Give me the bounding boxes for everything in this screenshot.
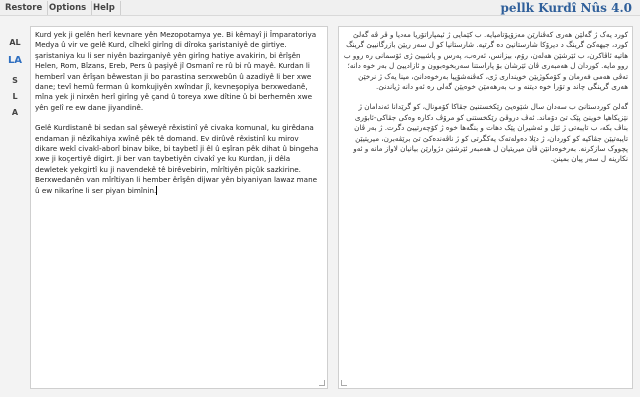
arabic-text-area[interactable]: کورد یەک ژ گەلێن هەری کەڤنارێن مەزۆپۆتام…: [338, 26, 633, 389]
latin-paragraph-text: Gelê Kurdistanê bi sedan sal şêweyê rêxi…: [35, 123, 321, 195]
arabic-paragraph: کورد یەک ژ گەلێن هەری کەڤنارێن مەزۆپۆتام…: [341, 30, 628, 92]
app-title: pellk Kurdî Nûs 4.0: [500, 1, 632, 15]
menu-bar: Restore Options Help pellk Kurdî Nûs 4.0: [0, 0, 640, 16]
sidebar-item-la[interactable]: LA: [5, 54, 25, 68]
text-caret: [156, 186, 158, 196]
sidebar-item-l[interactable]: L: [5, 90, 25, 104]
sidebar-item-s[interactable]: S: [5, 74, 25, 88]
menu-help[interactable]: Help: [88, 1, 121, 15]
latin-text-area[interactable]: Kurd yek ji gelên herî kevnare yên Mezop…: [30, 26, 328, 389]
menu-options[interactable]: Options: [44, 1, 93, 15]
latin-paragraph: Kurd yek ji gelên herî kevnare yên Mezop…: [35, 30, 319, 112]
latin-paragraph: Gelê Kurdistanê bi sedan sal şêweyê rêxi…: [35, 123, 323, 196]
sidebar-item-a[interactable]: A: [5, 106, 25, 120]
sidebar-item-al[interactable]: AL: [5, 36, 25, 50]
menu-restore[interactable]: Restore: [0, 1, 49, 15]
arabic-paragraph: گەلێ کوردستانێ ب سەدان سال شێوەیێ رێکخست…: [350, 102, 628, 164]
resize-handle-icon[interactable]: [319, 380, 325, 386]
resize-handle-icon[interactable]: [341, 380, 347, 386]
